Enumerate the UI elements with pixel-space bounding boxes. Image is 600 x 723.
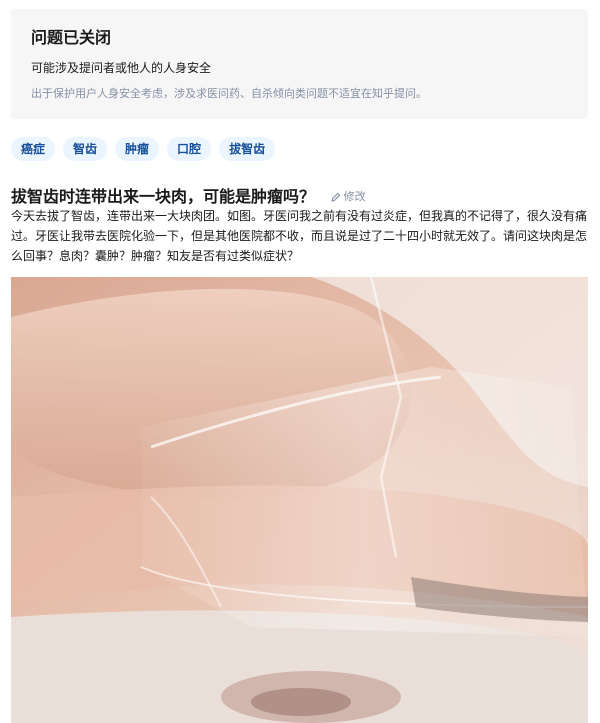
tag-tumor[interactable]: 肿瘤: [115, 137, 160, 161]
tag-oral[interactable]: 口腔: [167, 137, 212, 161]
notice-subtitle: 可能涉及提问者或他人的人身安全: [31, 61, 212, 75]
notice-description: 出于保护用户人身安全考虑，涉及求医问药、自杀倾向类问题不适宜在知乎提问。: [31, 87, 427, 100]
question-detail: 今天去拔了智齿，连带出来一大块肉团。如图。牙医问我之前有没有过炎症，但我真的不记…: [11, 209, 588, 263]
photo-drawing: [11, 277, 588, 723]
topic-tags: 癌症 智齿 肿瘤 口腔 拔智齿: [11, 137, 276, 161]
tag-cancer[interactable]: 癌症: [11, 137, 56, 161]
tag-wisdom-tooth-extraction[interactable]: 拔智齿: [219, 137, 276, 161]
notice-title: 问题已关闭: [31, 28, 112, 47]
pencil-icon: [330, 192, 340, 202]
question-title-text: 拔智齿时连带出来一块肉，可能是肿瘤吗？: [11, 186, 316, 206]
question-photo[interactable]: [11, 277, 588, 723]
tag-wisdom-tooth[interactable]: 智齿: [63, 137, 108, 161]
closed-notice: 问题已关闭 可能涉及提问者或他人的人身安全 出于保护用户人身安全考虑，涉及求医问…: [11, 9, 588, 119]
